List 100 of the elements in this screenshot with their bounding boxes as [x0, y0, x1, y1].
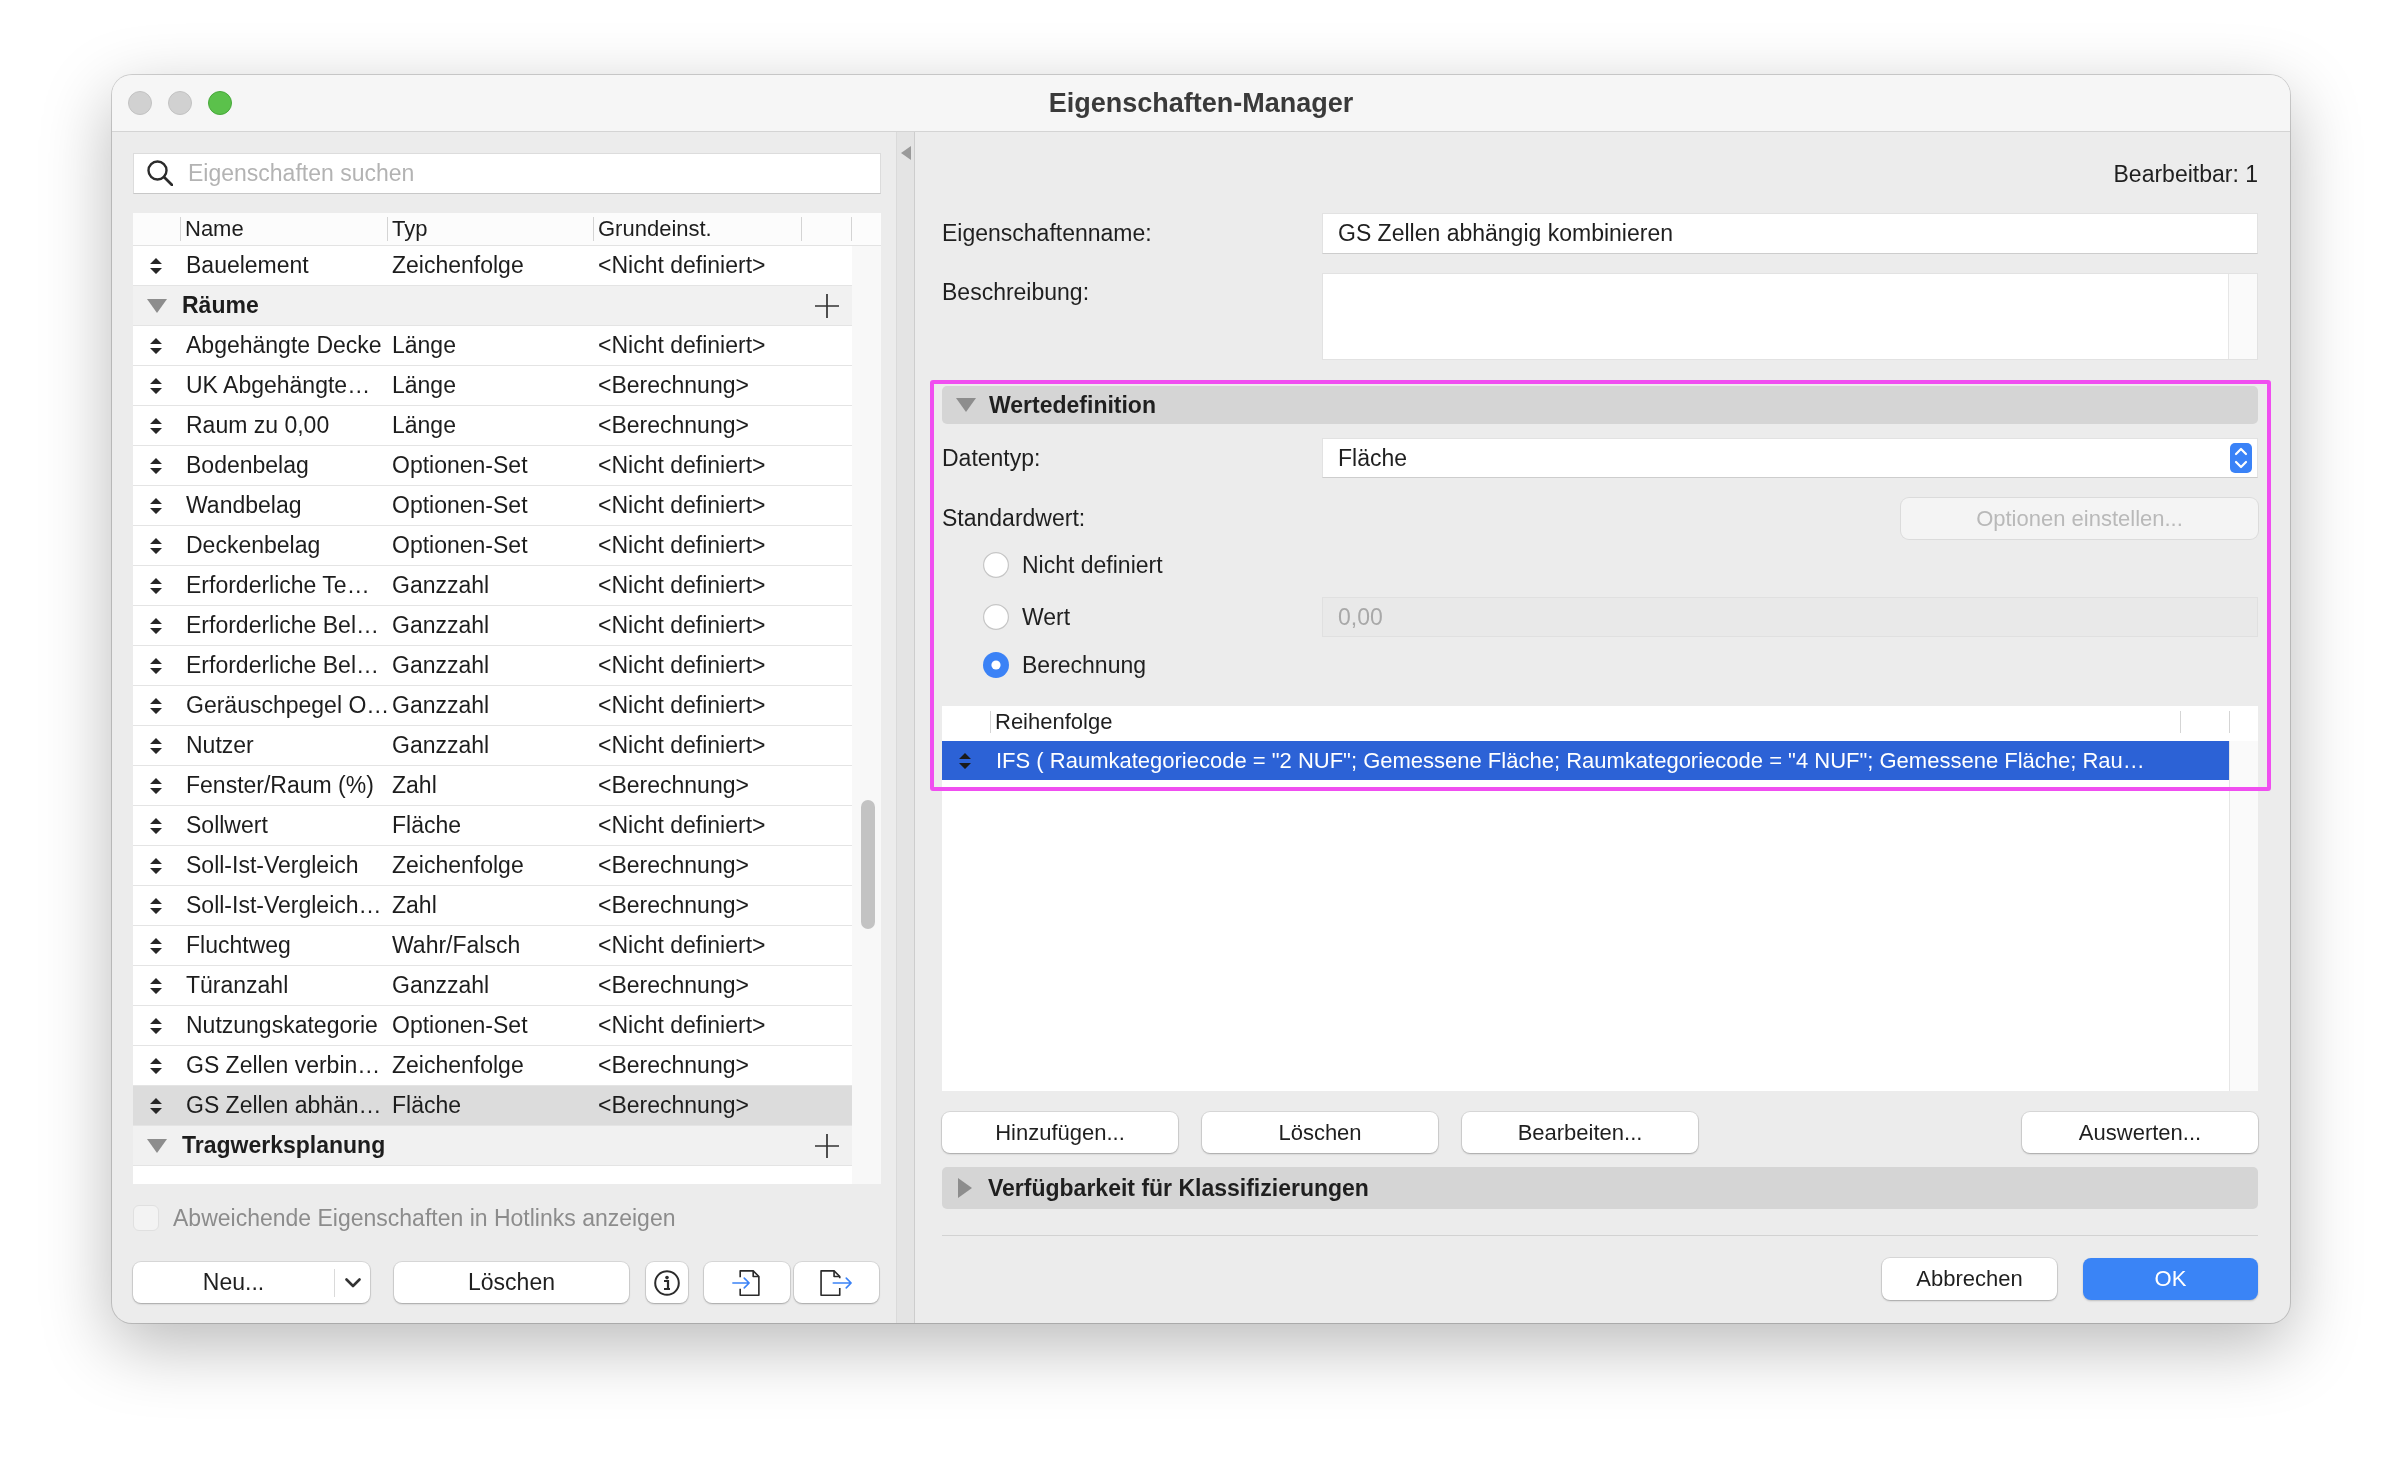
column-header[interactable]: Reihenfolge — [995, 709, 1113, 735]
table-cell: Deckenbelag — [186, 532, 321, 559]
up-down-arrows-icon[interactable] — [150, 337, 162, 354]
table-cell: Fluchtweg — [186, 932, 291, 959]
table-cell: <Nicht definiert> — [598, 932, 766, 959]
table-cell: Optionen-Set — [392, 532, 528, 559]
table-cell: <Berechnung> — [598, 772, 749, 799]
table-cell: Länge — [392, 412, 456, 439]
field-label: Eigenschaftenname: — [942, 220, 1152, 247]
table-cell: Ganzzahl — [392, 572, 490, 599]
table-cell: Zeichenfolge — [392, 252, 524, 279]
document-arrow-out-icon — [820, 1269, 853, 1296]
table-cell: <Berechnung> — [598, 892, 749, 919]
table-cell: UK Abgehängte… — [186, 372, 371, 399]
export-button[interactable] — [794, 1262, 879, 1303]
scrollbar-thumb[interactable] — [861, 800, 875, 929]
column-header[interactable]: Grundeinst. — [598, 216, 712, 242]
up-down-chevron-icon[interactable] — [2230, 443, 2252, 473]
table-cell: Wahr/Falsch — [392, 932, 521, 959]
up-down-arrows-icon[interactable] — [150, 817, 162, 834]
chevron-down-icon — [344, 1277, 361, 1288]
table-cell: <Nicht definiert> — [598, 1012, 766, 1039]
search-field[interactable]: Eigenschaften suchen — [133, 153, 881, 194]
table-cell: Soll-Ist-Vergleich… — [186, 892, 382, 919]
table-cell: Zahl — [392, 892, 437, 919]
scrollbar-track[interactable] — [852, 246, 881, 1184]
up-down-arrows-icon[interactable] — [150, 777, 162, 794]
scrollbar-track[interactable] — [2229, 741, 2258, 1091]
table-cell: GS Zellen verbin… — [186, 1052, 381, 1079]
table-cell: Fläche — [392, 1092, 462, 1119]
radio-button[interactable] — [983, 604, 1009, 630]
table-cell: <Berechnung> — [598, 1092, 749, 1119]
edit-button[interactable]: Bearbeiten... — [1462, 1112, 1698, 1153]
delete-button[interactable]: Löschen — [394, 1262, 629, 1303]
field-label: Datentyp: — [942, 444, 1041, 472]
cancel-button[interactable]: Abbrechen — [1882, 1258, 2057, 1300]
group-name: Räume — [182, 292, 259, 319]
up-down-arrows-icon[interactable] — [150, 937, 162, 954]
import-button[interactable] — [704, 1262, 790, 1303]
up-down-arrows-icon[interactable] — [150, 537, 162, 554]
table-cell: <Berechnung> — [598, 412, 749, 439]
radio-button[interactable] — [983, 552, 1009, 578]
table-cell: Optionen-Set — [392, 1012, 528, 1039]
table-cell: Nutzungskategorie — [186, 1012, 378, 1039]
table-cell: Sollwert — [186, 812, 268, 839]
plus-icon[interactable] — [815, 293, 839, 318]
group-row[interactable]: Räume — [133, 286, 852, 326]
up-down-arrows-icon[interactable] — [150, 577, 162, 594]
group-row[interactable]: Tragwerksplanung — [133, 1126, 852, 1166]
table-cell: <Berechnung> — [598, 852, 749, 879]
table-row[interactable]: IFS ( Raumkategoriecode = "2 NUF"; Gemessene Fläche; Raumkategoriecode = "4 NUF"; Gemessene Fläche; Rau… — [942, 741, 2229, 780]
up-down-arrows-icon[interactable] — [150, 617, 162, 634]
up-down-arrows-icon[interactable] — [150, 257, 162, 274]
table-cell: Länge — [392, 332, 456, 359]
up-down-arrows-icon[interactable] — [150, 377, 162, 394]
new-button[interactable]: Neu... — [133, 1262, 370, 1303]
zoom-button[interactable] — [208, 91, 232, 115]
up-down-arrows-icon[interactable] — [150, 417, 162, 434]
search-icon — [147, 160, 173, 186]
info-button[interactable] — [646, 1262, 688, 1303]
table-cell: Erforderliche Bel… — [186, 652, 380, 679]
table-cell: Zeichenfolge — [392, 852, 524, 879]
up-down-arrows-icon[interactable] — [150, 897, 162, 914]
up-down-arrows-icon[interactable] — [150, 497, 162, 514]
table-cell: Länge — [392, 372, 456, 399]
up-down-arrows-icon[interactable] — [150, 697, 162, 714]
plus-icon[interactable] — [815, 1133, 839, 1158]
up-down-arrows-icon[interactable] — [150, 657, 162, 674]
table-cell: Geräuschpegel O… — [186, 692, 390, 719]
table-cell: Erforderliche Bel… — [186, 612, 380, 639]
add-button[interactable]: Hinzufügen... — [942, 1112, 1178, 1153]
table-cell: <Nicht definiert> — [598, 492, 766, 519]
disclosure-triangle-icon[interactable] — [147, 1138, 167, 1153]
up-down-arrows-icon[interactable] — [150, 977, 162, 994]
section-header[interactable]: Verfügbarkeit für Klassifizierungen — [942, 1167, 2258, 1209]
name-field[interactable]: GS Zellen abhängig kombinieren — [1322, 213, 2258, 254]
evaluate-button[interactable]: Auswerten... — [2022, 1112, 2258, 1153]
table-cell: <Nicht definiert> — [598, 692, 766, 719]
datatype-dropdown[interactable]: Fläche — [1322, 438, 2258, 478]
disclosure-triangle-icon[interactable] — [147, 298, 167, 313]
section-header[interactable]: Wertedefinition — [942, 386, 2258, 424]
up-down-arrows-icon[interactable] — [150, 457, 162, 474]
delete-button[interactable]: Löschen — [1202, 1112, 1438, 1153]
up-down-arrows-icon[interactable] — [150, 1097, 162, 1114]
up-down-arrows-icon[interactable] — [150, 1017, 162, 1034]
table-cell: Ganzzahl — [392, 972, 490, 999]
checkbox-label: Abweichende Eigenschaften in Hotlinks anzeigen — [173, 1204, 676, 1232]
table-cell: <Nicht definiert> — [598, 332, 766, 359]
table-cell: <Nicht definiert> — [598, 612, 766, 639]
up-down-arrows-icon[interactable] — [150, 737, 162, 754]
table-cell: Ganzzahl — [392, 732, 490, 759]
table-row[interactable]: GS Zellen abhän… Fläche <Berechnung> — [133, 1086, 852, 1126]
table-cell: <Nicht definiert> — [598, 812, 766, 839]
ok-button[interactable]: OK — [2083, 1258, 2258, 1300]
column-header[interactable]: Typ — [392, 216, 428, 242]
up-down-arrows-icon[interactable] — [150, 1057, 162, 1074]
up-down-arrows-icon[interactable] — [150, 857, 162, 874]
table-cell: Optionen-Set — [392, 452, 528, 479]
column-header[interactable]: Name — [185, 216, 244, 242]
radio-button[interactable] — [983, 652, 1009, 678]
